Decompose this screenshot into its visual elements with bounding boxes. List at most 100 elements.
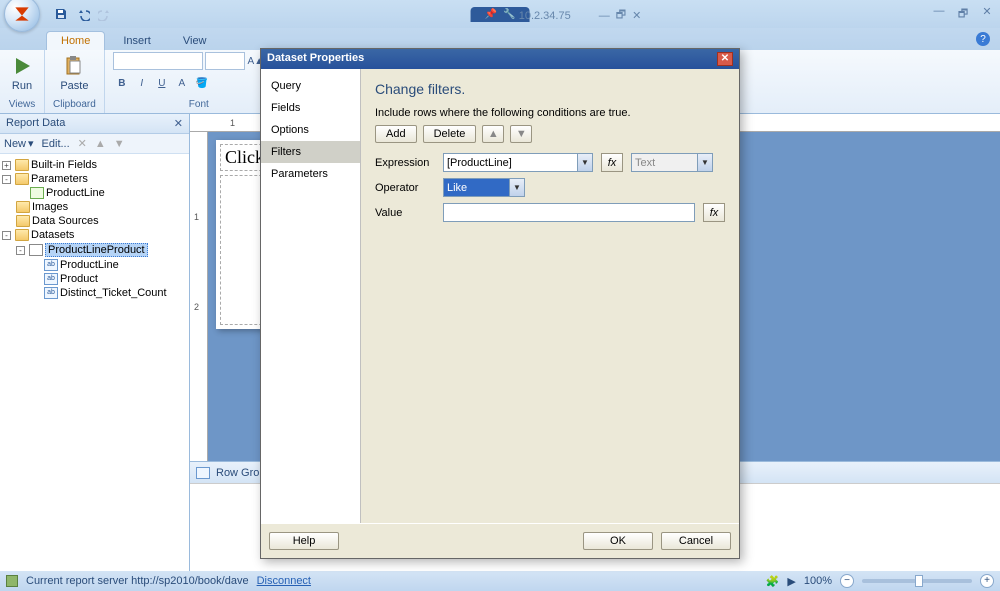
pane-up-icon[interactable]: ▲ [95, 137, 106, 150]
ok-button[interactable]: OK [583, 532, 653, 550]
nav-filters[interactable]: Filters [261, 141, 360, 163]
font-color-button[interactable]: A [173, 74, 191, 92]
tree-node-builtin[interactable]: + Built-in Fields [2, 158, 187, 172]
move-down-button[interactable]: ▼ [510, 125, 532, 143]
tree-node-images[interactable]: Images [2, 200, 187, 214]
delete-filter-button[interactable]: Delete [423, 125, 477, 143]
tab-view[interactable]: View [169, 32, 221, 50]
expand-icon[interactable]: + [2, 161, 11, 170]
tree-node-field[interactable]: ab ProductLine [2, 258, 187, 272]
nav-query[interactable]: Query [261, 75, 360, 97]
dialog-title-bar[interactable]: Dataset Properties ✕ [261, 49, 739, 69]
zoom-slider[interactable] [862, 579, 972, 583]
run-button[interactable]: Run [8, 52, 36, 94]
redo-icon[interactable] [96, 5, 114, 23]
save-icon[interactable] [52, 5, 70, 23]
move-up-button[interactable]: ▲ [482, 125, 504, 143]
dialog-footer: Help OK Cancel [261, 523, 739, 558]
underline-button[interactable]: U [153, 74, 171, 92]
expression-fx-button[interactable]: fx [601, 153, 623, 172]
remote-host-label: 10.2.34.75 — 🗗 ✕ [519, 6, 642, 25]
dialog-subheading: Include rows where the following conditi… [375, 107, 725, 119]
zoom-in-button[interactable]: + [980, 574, 994, 588]
help-icon[interactable]: ? [976, 32, 990, 46]
dialog-title: Dataset Properties [267, 52, 364, 66]
nav-parameters[interactable]: Parameters [261, 163, 360, 185]
tree-node-datasources[interactable]: Data Sources [2, 214, 187, 228]
restore-icon[interactable]: 🗗 [956, 5, 970, 24]
dialog-heading: Change filters. [375, 81, 725, 97]
server-status-icon [6, 575, 18, 587]
chevron-down-icon[interactable]: ▼ [697, 154, 712, 171]
report-data-edit-button[interactable]: Edit... [42, 137, 70, 150]
collapse-icon[interactable]: - [2, 175, 11, 184]
value-fx-button[interactable]: fx [703, 203, 725, 222]
chevron-down-icon[interactable]: ▼ [577, 154, 592, 171]
inner-minimize-icon[interactable]: — [599, 10, 610, 22]
folder-icon [15, 173, 29, 185]
disconnect-link[interactable]: Disconnect [257, 575, 311, 587]
pane-delete-icon[interactable]: ✕ [78, 137, 87, 150]
undo-icon[interactable] [74, 5, 92, 23]
add-filter-button[interactable]: Add [375, 125, 417, 143]
field-icon: ab [44, 259, 58, 271]
nav-options[interactable]: Options [261, 119, 360, 141]
font-family-select[interactable] [113, 52, 203, 70]
field-icon: ab [44, 273, 58, 285]
report-data-new-button[interactable]: New ▾ [4, 137, 34, 150]
tree-node-field[interactable]: ab Product [2, 272, 187, 286]
close-icon[interactable]: ✕ [980, 5, 994, 24]
window-controls: — 🗗 ✕ [932, 5, 994, 24]
design-mode-icon[interactable]: 🧩 [766, 575, 780, 588]
pane-down-icon[interactable]: ▼ [114, 137, 125, 150]
tree-node-param-productline[interactable]: ProductLine [2, 186, 187, 200]
bold-button[interactable]: B [113, 74, 131, 92]
help-button[interactable]: Help [269, 532, 339, 550]
report-data-tree: + Built-in Fields - Parameters ProductLi… [0, 154, 189, 571]
font-size-select[interactable] [205, 52, 245, 70]
dialog-content: Change filters. Include rows where the f… [361, 69, 739, 523]
type-dropdown[interactable]: Text ▼ [631, 153, 713, 172]
preview-mode-icon[interactable]: ▶ [787, 575, 795, 588]
inner-close-icon[interactable]: ✕ [632, 9, 641, 22]
zoom-knob[interactable] [915, 575, 923, 587]
tree-node-datasets[interactable]: - Datasets [2, 228, 187, 242]
quick-access-toolbar [52, 5, 114, 23]
group-label-font: Font [189, 99, 209, 112]
fill-color-button[interactable]: 🪣 [193, 74, 211, 92]
nav-fields[interactable]: Fields [261, 97, 360, 119]
inner-restore-icon[interactable]: 🗗 [616, 6, 626, 25]
parameter-icon [30, 187, 44, 199]
minimize-icon[interactable]: — [932, 5, 946, 24]
tree-node-parameters[interactable]: - Parameters [2, 172, 187, 186]
ribbon-group-clipboard: Paste Clipboard [45, 50, 105, 113]
report-data-header: Report Data ✕ [0, 114, 189, 134]
operator-dropdown[interactable]: Like ▼ [443, 178, 525, 197]
ribbon-tabs: Home Insert View ? [0, 28, 1000, 50]
field-icon: ab [44, 287, 58, 299]
tab-home[interactable]: Home [46, 31, 105, 50]
italic-button[interactable]: I [133, 74, 151, 92]
expression-label: Expression [375, 157, 435, 169]
dataset-icon [29, 244, 43, 256]
chevron-down-icon[interactable]: ▼ [509, 179, 524, 196]
tab-insert[interactable]: Insert [109, 32, 165, 50]
group-label-views: Views [9, 99, 36, 112]
run-icon [10, 54, 34, 78]
cancel-button[interactable]: Cancel [661, 532, 731, 550]
value-input[interactable] [443, 203, 695, 222]
vertical-ruler: 1 2 [190, 132, 208, 461]
dialog-close-icon[interactable]: ✕ [717, 52, 733, 66]
zoom-level: 100% [804, 575, 832, 587]
tree-node-dataset[interactable]: - ProductLineProduct [2, 242, 187, 258]
collapse-icon[interactable]: - [16, 246, 25, 255]
dataset-properties-dialog: Dataset Properties ✕ Query Fields Option… [260, 48, 740, 559]
pane-close-icon[interactable]: ✕ [174, 117, 183, 130]
pin-icon[interactable]: 📌 [485, 9, 497, 20]
paste-button[interactable]: Paste [58, 52, 90, 94]
zoom-out-button[interactable]: − [840, 574, 854, 588]
expression-dropdown[interactable]: [ProductLine] ▼ [443, 153, 593, 172]
collapse-icon[interactable]: - [2, 231, 11, 240]
tree-node-field[interactable]: ab Distinct_Ticket_Count [2, 286, 187, 300]
tool-icon[interactable]: 🔧 [503, 9, 515, 20]
